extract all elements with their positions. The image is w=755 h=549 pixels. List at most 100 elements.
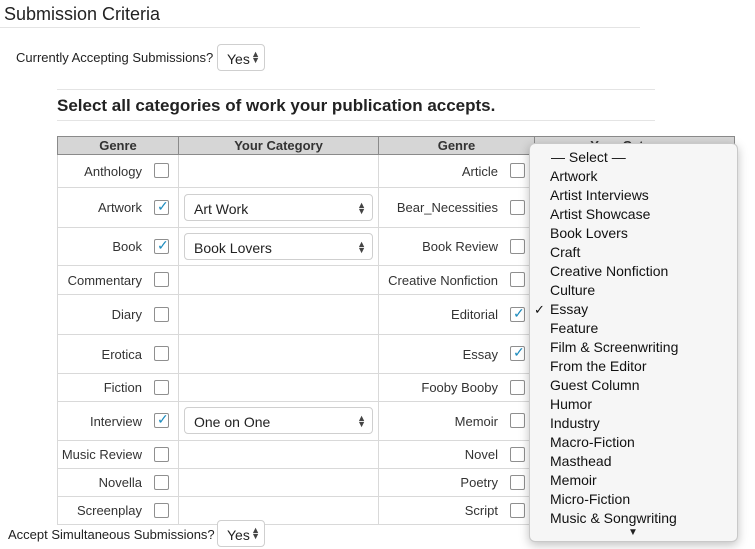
genre-checkbox[interactable] — [510, 379, 525, 395]
accepting-submissions-select[interactable]: Yes ▲ ▼ — [217, 44, 265, 71]
genre-checkbox[interactable]: ✓ — [154, 236, 169, 254]
dropdown-option[interactable]: Artist Showcase — [530, 205, 737, 224]
genre-checkbox[interactable] — [154, 272, 169, 287]
genre-checkbox[interactable]: ✓ — [510, 304, 525, 322]
dropdown-option-label: Macro-Fiction — [550, 434, 635, 450]
genre-label: Anthology — [84, 163, 142, 179]
dropdown-option-label: Film & Screenwriting — [550, 339, 679, 355]
genre-checkbox[interactable] — [154, 346, 169, 361]
genre-cell: Creative Nonfiction — [378, 265, 535, 295]
your-category-select[interactable]: Book Lovers ▲ ▼ — [184, 232, 373, 260]
genre-checkbox[interactable] — [154, 474, 169, 490]
dropdown-option[interactable]: Industry — [530, 414, 737, 433]
dropdown-option[interactable]: Artwork — [530, 167, 737, 186]
genre-cell: Memoir — [378, 401, 535, 441]
dropdown-option-label: From the Editor — [550, 358, 647, 374]
column-header: Your Category — [178, 136, 379, 155]
your-category-select[interactable]: One on One ▲ ▼ — [184, 407, 373, 434]
genre-checkbox[interactable] — [510, 199, 525, 215]
genre-label: Commentary — [67, 272, 142, 288]
category-dropdown-menu[interactable]: — Select — Artwork Artist Interviews Artist… — [529, 143, 738, 542]
dropdown-option[interactable]: Film & Screenwriting — [530, 338, 737, 357]
genre-checkbox[interactable] — [510, 474, 525, 490]
your-category-cell — [178, 294, 379, 335]
dropdown-option[interactable]: Memoir — [530, 471, 737, 490]
dropdown-option[interactable]: From the Editor — [530, 357, 737, 376]
your-category-cell — [178, 373, 379, 402]
dropdown-option-label: Micro-Fiction — [550, 491, 631, 507]
genre-label: Erotica — [101, 346, 142, 362]
genre-cell: Erotica — [57, 334, 179, 374]
dropdown-option-label: Memoir — [550, 472, 597, 488]
dropdown-option-label: Guest Column — [550, 377, 640, 393]
dropdown-option[interactable]: Micro-Fiction — [530, 490, 737, 509]
genre-checkbox[interactable]: ✓ — [154, 197, 169, 215]
checkmark-icon: ✓ — [157, 236, 169, 253]
dropdown-option[interactable]: Artist Interviews — [530, 186, 737, 205]
genre-checkbox[interactable] — [510, 413, 525, 428]
heading-divider-bottom — [57, 120, 655, 121]
checkmark-icon: ✓ — [513, 304, 525, 321]
genre-checkbox[interactable] — [154, 163, 169, 178]
genre-checkbox[interactable] — [154, 446, 169, 462]
your-category-cell — [178, 265, 379, 295]
dropdown-option[interactable]: Culture — [530, 281, 737, 300]
genre-checkbox[interactable] — [510, 238, 525, 254]
genre-checkbox[interactable] — [510, 446, 525, 462]
your-category-cell — [178, 334, 379, 374]
genre-label: Fooby Booby — [421, 380, 498, 395]
dropdown-option[interactable]: Feature — [530, 319, 737, 338]
genre-cell: Fiction — [57, 373, 179, 402]
genre-cell: Novel — [378, 440, 535, 469]
your-category-cell: Book Lovers ▲ ▼ — [178, 227, 379, 266]
dropdown-option[interactable]: Macro-Fiction — [530, 433, 737, 452]
genre-label: Book Review — [422, 239, 498, 254]
genre-cell: Fooby Booby — [378, 373, 535, 402]
genre-label: Editorial — [451, 307, 498, 322]
column-header: Genre — [57, 136, 179, 155]
genre-checkbox[interactable] — [154, 306, 169, 322]
dropdown-option[interactable]: Humor — [530, 395, 737, 414]
genre-checkbox[interactable] — [154, 502, 169, 518]
genre-label: Novel — [464, 447, 498, 462]
dropdown-option[interactable]: Craft — [530, 243, 737, 262]
genre-checkbox[interactable] — [510, 272, 525, 287]
checkmark-icon: ✓ — [157, 411, 169, 427]
dropdown-option[interactable]: ✓ Essay — [530, 300, 737, 319]
dropdown-option[interactable]: Book Lovers — [530, 224, 737, 243]
updown-arrow-icon: ▲ ▼ — [251, 49, 260, 65]
your-category-cell — [178, 468, 379, 497]
dropdown-option-label: Artist Interviews — [550, 187, 649, 203]
genre-cell: Screenplay — [57, 496, 179, 525]
genre-cell: Poetry — [378, 468, 535, 497]
genre-label: Novella — [98, 475, 142, 490]
genre-checkbox[interactable] — [154, 379, 169, 395]
dropdown-option[interactable]: Masthead — [530, 452, 737, 471]
genre-checkbox[interactable] — [510, 502, 525, 518]
genre-cell: Article — [378, 154, 535, 188]
simultaneous-submissions-select[interactable]: Yes ▲ ▼ — [217, 520, 265, 547]
checkmark-icon: ✓ — [157, 197, 169, 214]
your-category-cell — [178, 154, 379, 188]
genre-cell: Editorial ✓ — [378, 294, 535, 335]
your-category-select[interactable]: Art Work ▲ ▼ — [184, 193, 373, 221]
your-category-value: Book Lovers — [194, 239, 272, 256]
updown-arrow-icon: ▲ ▼ — [357, 238, 366, 255]
column-header: Genre — [378, 136, 535, 155]
simultaneous-submissions-value: Yes — [227, 527, 250, 543]
dropdown-option-label: Music & Songwriting — [550, 510, 677, 526]
dropdown-option-label: Culture — [550, 282, 596, 298]
genre-label: Interview — [89, 413, 142, 429]
genre-label: Bear_Necessities — [396, 200, 498, 215]
accepting-submissions-value: Yes — [227, 51, 250, 67]
dropdown-option[interactable]: Guest Column — [530, 376, 737, 395]
genre-checkbox[interactable]: ✓ — [510, 344, 525, 361]
dropdown-option[interactable]: Music & Songwriting — [530, 509, 737, 528]
checkmark-icon: ✓ — [513, 344, 525, 360]
genre-checkbox[interactable] — [510, 163, 525, 178]
dropdown-option-placeholder[interactable]: — Select — — [530, 148, 737, 167]
your-category-cell — [178, 496, 379, 525]
genre-checkbox[interactable]: ✓ — [154, 411, 169, 428]
dropdown-option[interactable]: Creative Nonfiction — [530, 262, 737, 281]
scroll-down-arrow-icon[interactable]: ▼ — [628, 527, 638, 538]
